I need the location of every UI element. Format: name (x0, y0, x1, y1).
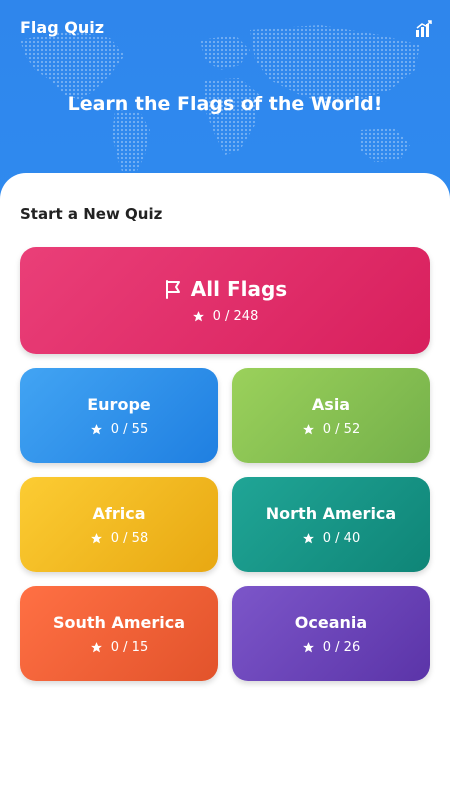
card-name: Asia (311, 394, 351, 414)
card-score-value: 0 / 26 (322, 639, 361, 655)
card-score: 0 / 52 (302, 422, 360, 437)
card-name: North America (265, 503, 397, 523)
stats-button[interactable] (412, 18, 436, 40)
card-score-value: 0 / 15 (110, 639, 149, 655)
card-name: Europe (87, 394, 151, 414)
card-score-value: 0 / 55 (110, 421, 149, 437)
card-score: 0 / 58 (90, 531, 148, 546)
card-score: 0 / 55 (90, 422, 148, 437)
star-icon (302, 641, 314, 652)
card-score-value: 0 / 52 (322, 421, 361, 437)
section-title: Start a New Quiz (20, 205, 163, 223)
card-name: Oceania (294, 612, 368, 632)
card-name: South America (52, 612, 186, 632)
card-score-value: 0 / 248 (212, 309, 259, 324)
quiz-card-asia[interactable]: Asia 0 / 52 (232, 368, 430, 463)
quiz-card-africa[interactable]: Africa 0 / 58 (20, 477, 218, 572)
hero-title: Learn the Flags of the World! (67, 93, 383, 115)
card-score: 0 / 26 (302, 640, 360, 655)
card-score: 0 / 40 (302, 531, 360, 546)
quiz-card-all-flags[interactable]: All Flags 0 / 248 (20, 247, 430, 354)
card-score: 0 / 15 (90, 640, 148, 655)
quiz-card-north-america[interactable]: North America 0 / 40 (232, 477, 430, 572)
star-icon (90, 532, 102, 543)
quiz-card-south-america[interactable]: South America 0 / 15 (20, 586, 218, 681)
flag-icon (165, 280, 180, 299)
quiz-card-europe[interactable]: Europe 0 / 55 (20, 368, 218, 463)
star-icon (302, 532, 314, 543)
app-title: Flag Quiz (20, 18, 105, 37)
card-score-value: 0 / 40 (322, 530, 361, 546)
star-icon (192, 311, 204, 322)
card-name: Africa (92, 503, 146, 523)
star-icon (90, 423, 102, 434)
card-name: All Flags (190, 277, 288, 301)
star-icon (302, 423, 314, 434)
card-title-row: All Flags (163, 277, 287, 301)
quiz-card-oceania[interactable]: Oceania 0 / 26 (232, 586, 430, 681)
bar-chart-icon (416, 20, 432, 37)
card-score: 0 / 248 (192, 309, 259, 324)
star-icon (90, 641, 102, 652)
card-score-value: 0 / 58 (110, 530, 149, 546)
